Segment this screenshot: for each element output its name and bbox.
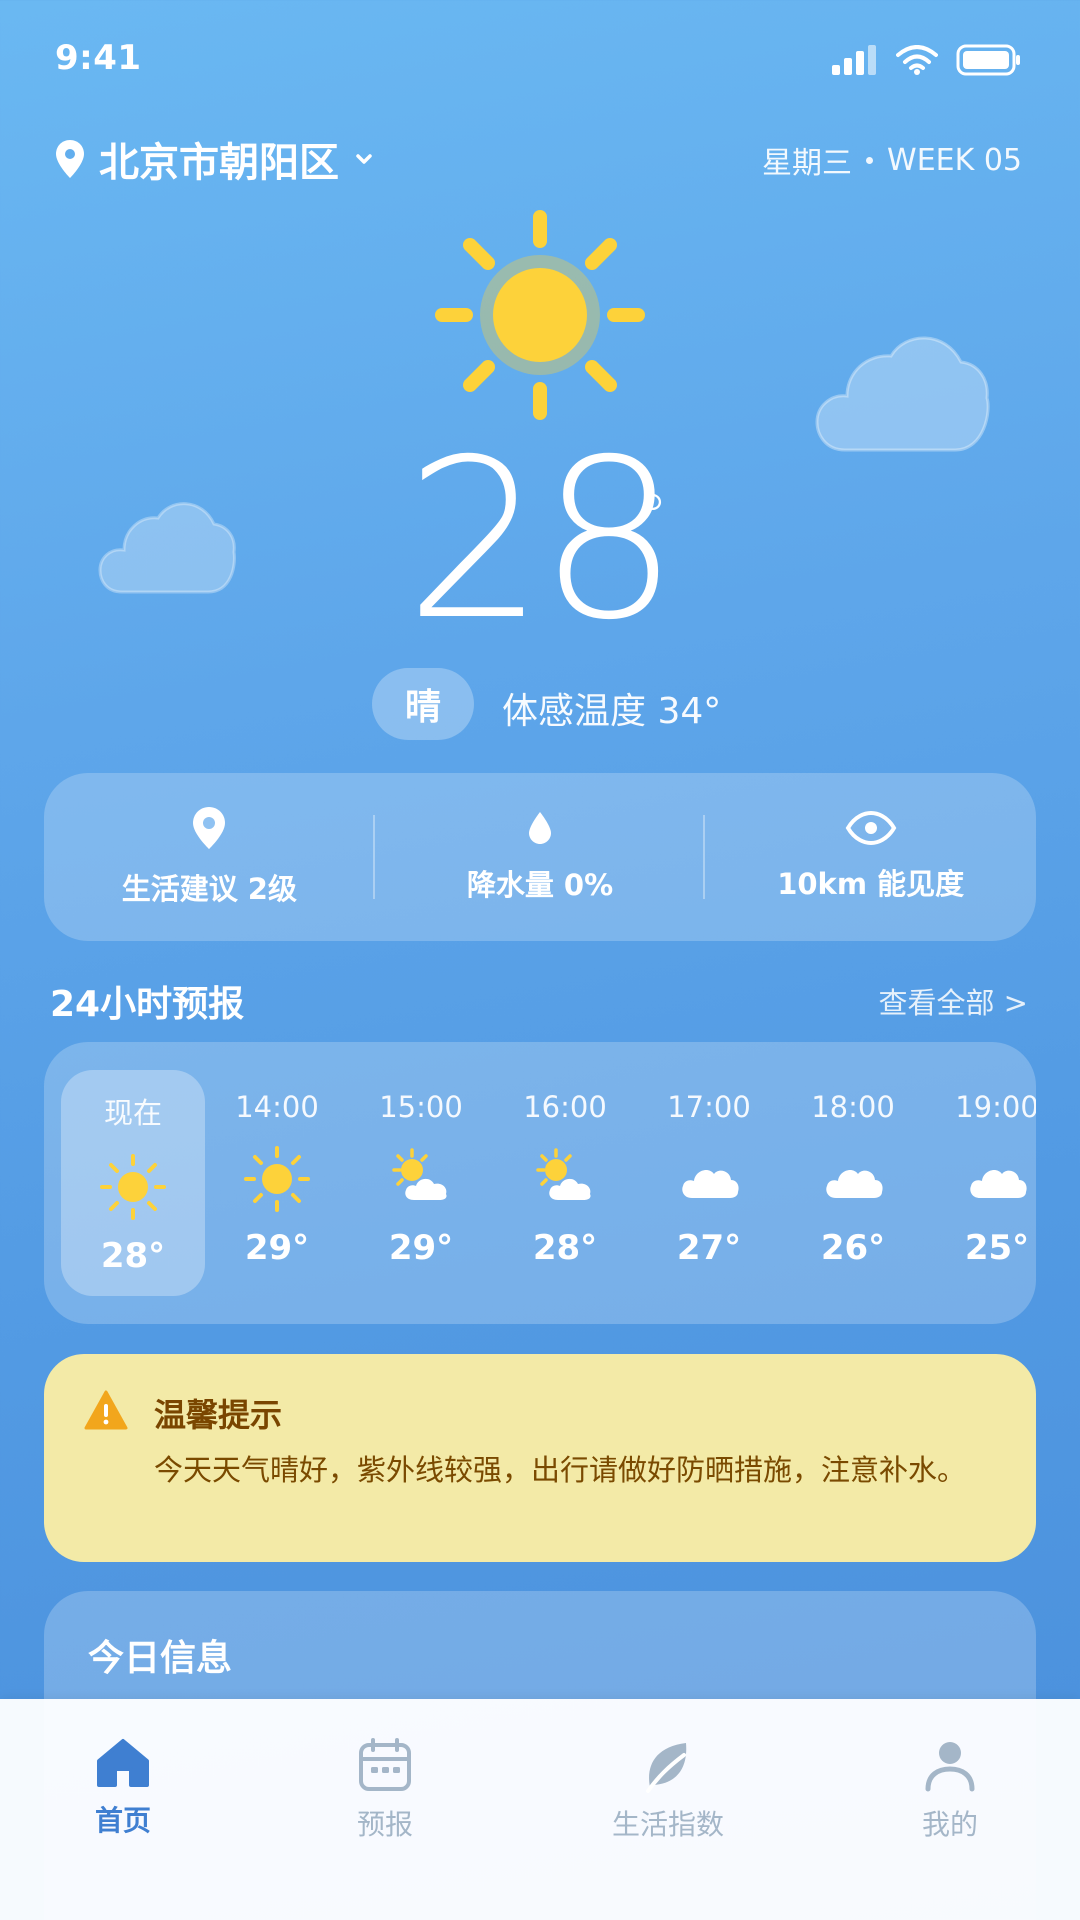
nav-item-life-index[interactable]: 生活指数 bbox=[612, 1737, 724, 1843]
status-icons bbox=[832, 44, 1022, 76]
hour-temp: 29° bbox=[244, 1228, 310, 1268]
partly-sunny-icon bbox=[530, 1144, 600, 1214]
stat-label: 10km 能见度 bbox=[777, 867, 965, 901]
hour-time: 14:00 bbox=[235, 1090, 319, 1124]
hour-temp: 28° bbox=[532, 1228, 598, 1268]
cloud-icon bbox=[98, 502, 236, 594]
tip-title: 温馨提示 bbox=[154, 1396, 283, 1434]
stat-label: 降水量 0% bbox=[466, 868, 614, 902]
nav-label: 生活指数 bbox=[612, 1808, 725, 1841]
hour-time: 现在 bbox=[103, 1096, 162, 1130]
hour-time: 19:00 bbox=[955, 1090, 1036, 1124]
date-info: 星期三 WEEK 05 bbox=[762, 138, 1022, 182]
hourly-item[interactable]: 19:00 25° bbox=[925, 1070, 1036, 1296]
hour-temp: 25° bbox=[964, 1228, 1030, 1268]
hour-time: 18:00 bbox=[811, 1090, 895, 1124]
tip-card: 温馨提示 今天天气晴好，紫外线较强，出行请做好防晒措施，注意补水。 bbox=[44, 1354, 1036, 1562]
location-name: 北京市朝阳区 bbox=[99, 140, 339, 186]
sun-icon bbox=[98, 1152, 168, 1222]
weekday: 星期三 bbox=[762, 146, 853, 181]
calendar-icon bbox=[359, 1738, 411, 1791]
nav-label: 预报 bbox=[357, 1808, 414, 1841]
stat-precipitation[interactable]: 降水量 0% bbox=[375, 773, 706, 941]
hourly-item[interactable]: 15:00 29° bbox=[349, 1070, 493, 1296]
cloud-icon bbox=[674, 1144, 744, 1214]
cloud-icon bbox=[815, 336, 990, 452]
hour-temp: 28° bbox=[100, 1236, 166, 1276]
stat-visibility[interactable]: 10km 能见度 bbox=[705, 773, 1036, 941]
hourly-item-now[interactable]: 现在 28° bbox=[61, 1070, 205, 1296]
chevron-down-icon bbox=[356, 154, 372, 164]
hourly-item[interactable]: 16:00 28° bbox=[493, 1070, 637, 1296]
water-drop-icon bbox=[529, 812, 551, 844]
hour-temp: 27° bbox=[676, 1228, 742, 1268]
partly-sunny-icon bbox=[386, 1144, 456, 1214]
stats-card: 生活建议 2级 降水量 0% 10km 能见度 bbox=[44, 773, 1036, 941]
stat-life-advice[interactable]: 生活建议 2级 bbox=[44, 773, 375, 941]
hourly-forecast-card[interactable]: 现在 28° 14:00 29° 15:00 29° 16:00 28° 17:… bbox=[44, 1042, 1036, 1324]
view-all-link[interactable]: 查看全部 > bbox=[878, 980, 1028, 1022]
cellular-signal-icon bbox=[832, 45, 876, 75]
sun-icon bbox=[242, 1144, 312, 1214]
stat-label: 生活建议 2级 bbox=[121, 872, 297, 906]
hourly-title: 24小时预报 bbox=[50, 984, 245, 1025]
tip-text: 今天天气晴好，紫外线较强，出行请做好防晒措施，注意补水。 bbox=[154, 1453, 967, 1487]
nav-item-profile[interactable]: 我的 bbox=[922, 1737, 978, 1843]
warning-icon bbox=[84, 1390, 128, 1430]
hour-time: 17:00 bbox=[667, 1090, 751, 1124]
hourly-item[interactable]: 14:00 29° bbox=[205, 1070, 349, 1296]
nav-item-home[interactable]: 首页 bbox=[95, 1737, 151, 1839]
hourly-item[interactable]: 17:00 27° bbox=[637, 1070, 781, 1296]
condition-badge: 晴 bbox=[372, 668, 474, 740]
home-icon bbox=[97, 1739, 149, 1787]
cloud-icon bbox=[962, 1144, 1032, 1214]
wifi-icon bbox=[896, 45, 938, 75]
nav-label: 我的 bbox=[922, 1808, 979, 1841]
feels-like: 体感温度 34° bbox=[502, 691, 722, 732]
cloud-icon bbox=[818, 1144, 888, 1214]
eye-icon bbox=[845, 811, 896, 845]
leaf-icon bbox=[646, 1743, 687, 1793]
nav-item-forecast[interactable]: 预报 bbox=[357, 1737, 413, 1843]
battery-icon bbox=[956, 44, 1020, 76]
today-title: 今日信息 bbox=[88, 1638, 233, 1679]
week-number: WEEK 05 bbox=[887, 142, 1022, 178]
hour-temp: 29° bbox=[388, 1228, 454, 1268]
user-icon bbox=[925, 1742, 975, 1792]
degree-symbol: ° bbox=[638, 482, 668, 552]
hour-time: 15:00 bbox=[379, 1090, 463, 1124]
status-time: 9:41 bbox=[55, 38, 142, 78]
hourly-item[interactable]: 18:00 26° bbox=[781, 1070, 925, 1296]
current-temperature: 28 bbox=[405, 412, 679, 668]
sun-icon bbox=[435, 210, 645, 420]
nav-label: 首页 bbox=[95, 1804, 152, 1837]
location-selector[interactable]: 北京市朝阳区 bbox=[55, 130, 375, 188]
hourly-list[interactable]: 现在 28° 14:00 29° 15:00 29° 16:00 28° 17:… bbox=[61, 1070, 1036, 1296]
separator-dot bbox=[866, 156, 874, 164]
location-pin-icon bbox=[56, 140, 84, 178]
bottom-navigation: 首页 预报 生活指数 我的 bbox=[0, 1699, 1080, 1920]
hour-time: 16:00 bbox=[523, 1090, 607, 1124]
hour-temp: 26° bbox=[820, 1228, 886, 1268]
location-pin-icon bbox=[193, 807, 226, 849]
